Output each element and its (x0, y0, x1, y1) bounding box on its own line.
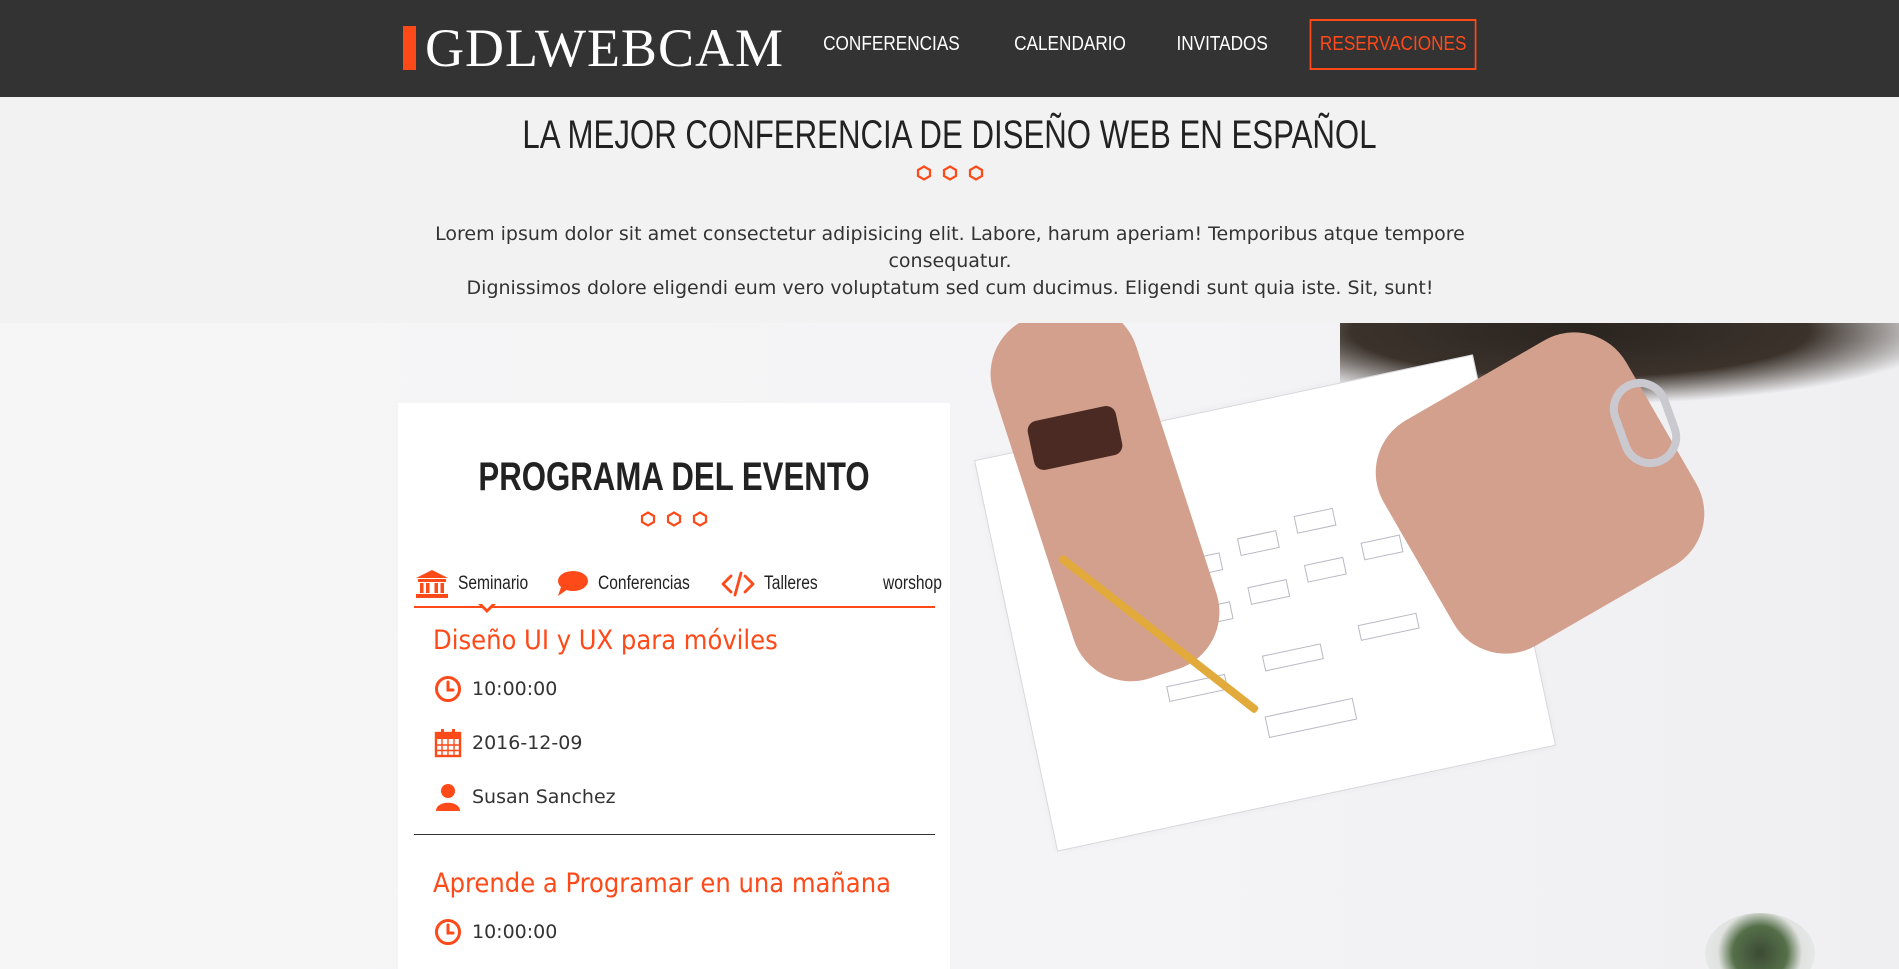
tab-worshop[interactable]: worshop (839, 564, 955, 604)
nav-link-invitados[interactable]: INVITADOS (1177, 33, 1268, 56)
intro-title: LA MEJOR CONFERENCIA DE DISEÑO WEB EN ES… (522, 113, 1377, 157)
active-tab-caret (478, 602, 496, 613)
logo-accent-bar (403, 26, 416, 70)
intro-text-line: Lorem ipsum dolor sit amet consectetur a… (435, 223, 1465, 272)
empty-icon-slot (839, 568, 875, 600)
tab-label: Talleres (763, 572, 818, 594)
hexagon-icon (692, 511, 708, 527)
event-item: Diseño UI y UX para móviles 10:00:00 201… (414, 625, 935, 835)
event-time-row: 10:00:00 (433, 662, 935, 716)
hexagon-icon (968, 165, 983, 181)
site-logo[interactable]: GDLWEBCAM (403, 20, 784, 76)
tab-label: Seminario (458, 572, 529, 594)
nav-link-conferencias[interactable]: CONFERENCIAS (823, 33, 960, 56)
intro-text-line: Dignissimos dolore eligendi eum vero vol… (466, 277, 1434, 299)
intro-section: LA MEJOR CONFERENCIA DE DISEÑO WEB EN ES… (0, 97, 1899, 323)
logo-text: GDLWEBCAM (425, 18, 784, 78)
clock-icon (433, 917, 463, 947)
code-icon (720, 568, 756, 600)
hexagon-icon (942, 165, 957, 181)
event-speaker: Susan Sanchez (472, 786, 616, 808)
event-time: 10:00:00 (472, 678, 558, 700)
tab-label: worshop (882, 572, 942, 594)
program-card: PROGRAMA DEL EVENTO Seminario Conferenci… (398, 403, 950, 969)
program-title: PROGRAMA DEL EVENTO (478, 455, 870, 499)
event-date: 2016-12-09 (472, 732, 583, 754)
program-tabs: Seminario Conferencias Talleres worshop (414, 561, 942, 608)
site-header: GDLWEBCAM CONFERENCIAS CALENDARIO INVITA… (0, 0, 1899, 97)
nav-link-calendario[interactable]: CALENDARIO (1014, 33, 1126, 56)
event-divider (414, 834, 935, 835)
event-date-row: 2016-12-09 (433, 716, 935, 770)
hexagon-divider (0, 165, 1899, 181)
event-time: 10:00:00 (472, 921, 558, 943)
main-nav: CONFERENCIAS CALENDARIO INVITADOS RESERV… (778, 18, 1490, 70)
event-title: Diseño UI y UX para móviles (433, 625, 778, 656)
clock-icon (433, 674, 463, 704)
hexagon-icon (640, 511, 656, 527)
tab-conferencias[interactable]: Conferencias (554, 564, 710, 604)
tab-seminario[interactable]: Seminario (414, 564, 544, 604)
university-icon (414, 568, 450, 600)
photo-plant (1705, 913, 1815, 969)
comment-icon (554, 568, 590, 600)
calendar-icon (433, 728, 463, 758)
user-icon (433, 782, 463, 812)
tab-label: Conferencias (597, 572, 690, 594)
nav-button-reservaciones[interactable]: RESERVACIONES (1309, 18, 1477, 70)
tab-talleres[interactable]: Talleres (720, 564, 829, 604)
event-item: Aprende a Programar en una mañana 10:00:… (414, 868, 935, 959)
hexagon-icon (666, 511, 682, 527)
event-time-row: 10:00:00 (433, 905, 935, 959)
intro-paragraph: Lorem ipsum dolor sit amet consectetur a… (380, 221, 1520, 302)
hexagon-icon (916, 165, 931, 181)
hexagon-divider (398, 511, 950, 527)
event-title: Aprende a Programar en una mañana (433, 868, 891, 899)
event-speaker-row: Susan Sanchez (433, 770, 935, 824)
